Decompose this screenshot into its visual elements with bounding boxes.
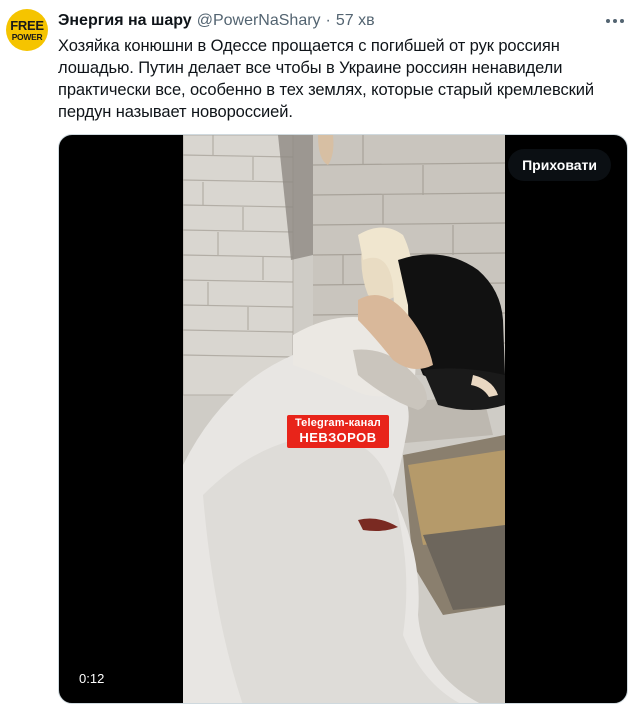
tweet-text: Хозяйка конюшни в Одессе прощается с пог… (58, 37, 594, 121)
avatar[interactable]: FREE POWER (6, 9, 48, 51)
tweet-header: Энергия на шару @PowerNaShary · 57 хв (58, 10, 618, 32)
avatar-logo-bottom: POWER (11, 31, 43, 42)
tweet-time[interactable]: 57 хв (336, 12, 375, 30)
watermark-line-1: Telegram-канал (295, 417, 381, 429)
telegram-watermark: Telegram-канал НЕВЗОРОВ (287, 415, 389, 448)
watermark-line-2: НЕВЗОРОВ (299, 430, 377, 445)
separator-dot: · (325, 12, 331, 29)
more-horizontal-icon (613, 19, 617, 23)
more-horizontal-icon (620, 19, 624, 23)
more-horizontal-icon (606, 19, 610, 23)
more-options-button[interactable] (604, 10, 626, 32)
author-display-name[interactable]: Энергия на шару (58, 12, 192, 30)
avatar-logo-top: FREE (10, 17, 44, 33)
hide-media-button[interactable]: Приховати (508, 149, 611, 181)
tweet[interactable]: FREE POWER Энергия на шару @PowerNaShary… (0, 0, 640, 713)
author-handle[interactable]: @PowerNaShary (197, 12, 321, 30)
video-player[interactable]: Telegram-канал НЕВЗОРОВ Приховати 0:12 (58, 134, 628, 704)
video-duration: 0:12 (73, 667, 111, 689)
